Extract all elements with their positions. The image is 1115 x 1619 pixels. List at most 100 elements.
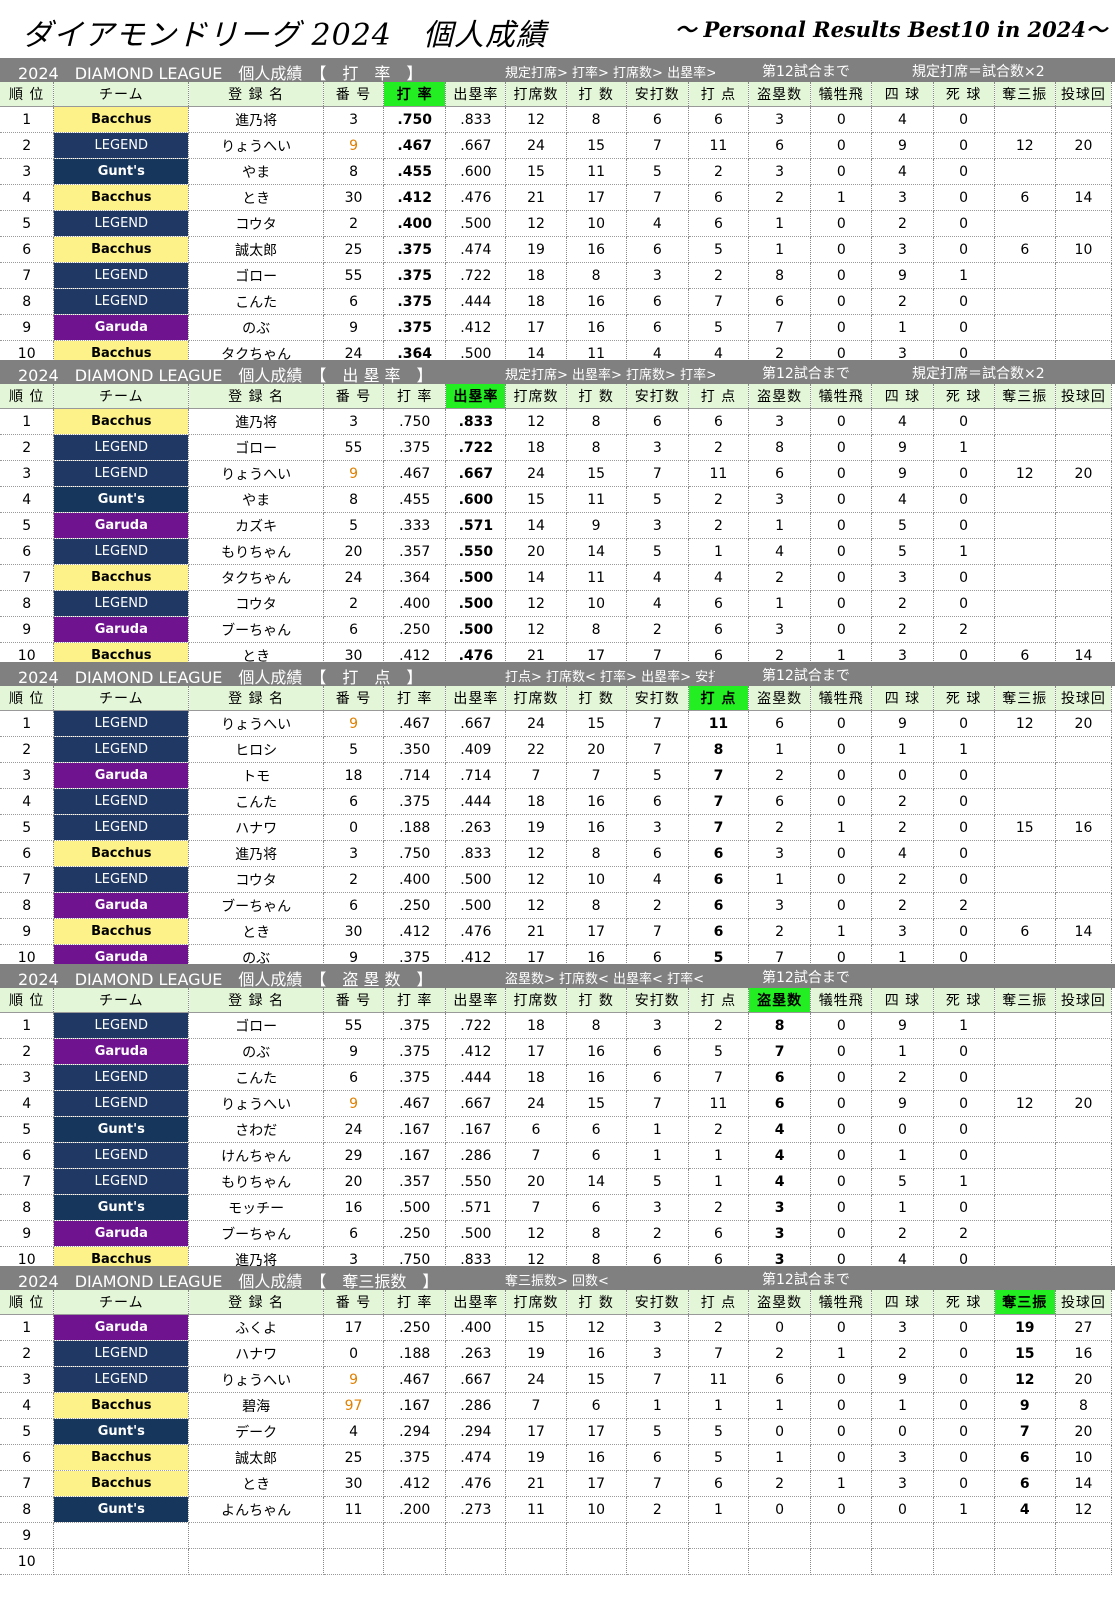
table-cell: 1 — [0, 710, 55, 737]
table-cell: 6 — [626, 1444, 689, 1471]
table-cell: .474 — [445, 1444, 507, 1471]
table-cell: .467 — [383, 1366, 447, 1393]
column-header: 打 点 — [688, 988, 750, 1013]
column-header: 打 点 — [688, 1290, 750, 1315]
table-cell: 9 — [871, 434, 934, 461]
table-cell — [748, 1548, 812, 1575]
table-cell: 6 — [626, 840, 689, 867]
table-cell: 1 — [748, 736, 812, 763]
games-count: 第12試合まで — [762, 64, 850, 80]
table-cell: 5 — [871, 1168, 934, 1195]
table-cell: 10 — [1055, 236, 1113, 263]
table-cell — [994, 892, 1056, 919]
table-cell: 6 — [505, 1116, 567, 1143]
table-row: 9 Garuda のぶ 9.375.412 17 16 6 5 7 0 1 0 — [0, 314, 1113, 341]
table-cell: 21 — [505, 1470, 567, 1497]
table-cell: .167 — [383, 1392, 447, 1419]
team-cell: LEGEND — [53, 590, 190, 617]
table-cell: 9 — [871, 1012, 934, 1039]
table-cell: 6 — [688, 106, 750, 133]
column-header: 順 位 — [0, 82, 55, 107]
table-cell: 1 — [933, 736, 995, 763]
table-cell: .833 — [445, 106, 507, 133]
table-cell: 2 — [626, 892, 689, 919]
table-cell: .400 — [383, 210, 447, 237]
table-cell: 1 — [0, 1314, 55, 1341]
table-row: 1 Bacchus 進乃将 3.750.833 12 8 6 6 3 0 4 0 — [0, 408, 1113, 435]
table-cell: 5 — [626, 158, 689, 185]
table-cell: .500 — [445, 590, 507, 617]
table-cell: 16 — [1055, 1340, 1113, 1367]
table-cell: 3 — [748, 486, 812, 513]
table-cell: 0 — [748, 1496, 812, 1523]
table-cell — [1055, 590, 1113, 617]
page: ダイアモンドリーグ 2024 個人成績 ～ Personal Results B… — [0, 0, 1115, 1619]
table-cell: 10 — [1055, 1444, 1113, 1471]
table-cell: のぶ — [188, 1038, 324, 1065]
table-cell: 4 — [323, 1418, 385, 1445]
column-header: 奪三振 — [994, 82, 1056, 107]
table-cell — [994, 1142, 1056, 1169]
table-cell: 6 — [688, 866, 750, 893]
table-cell: 7 — [505, 1142, 567, 1169]
table-cell: 18 — [505, 1012, 567, 1039]
table-cell — [1055, 486, 1113, 513]
table-cell: 7 — [566, 762, 627, 789]
sort-criteria: 規定打席> 打率> 打席数> 出塁率> 打 — [505, 66, 715, 81]
table-cell — [871, 1548, 934, 1575]
table-cell — [1055, 892, 1113, 919]
table-cell: 2 — [323, 590, 385, 617]
table-cell: 2 — [626, 1220, 689, 1247]
table-cell: 0 — [933, 1392, 995, 1419]
table-cell: 16 — [566, 1064, 627, 1091]
table-cell: 12 — [994, 132, 1056, 159]
table-cell: 5 — [626, 486, 689, 513]
table-row: 8 Garuda ブーちゃん 6.250.500 12 8 2 6 3 0 2 2 — [0, 892, 1113, 919]
table-cell: 14 — [1055, 918, 1113, 945]
table-cell: 8 — [566, 616, 627, 643]
table-cell: 3 — [626, 1012, 689, 1039]
column-header: 盗塁数 — [748, 988, 812, 1013]
table-cell: 16 — [566, 288, 627, 315]
sort-criteria: 規定打席> 出塁率> 打席数> 打率> 打 — [505, 368, 715, 383]
table-cell — [933, 1548, 995, 1575]
table-cell: 1 — [810, 1340, 873, 1367]
table-cell: 19 — [505, 1340, 567, 1367]
table-cell: 6 — [566, 1142, 627, 1169]
table-cell: 10 — [0, 1548, 55, 1575]
table-cell: 17 — [505, 314, 567, 341]
table-cell — [994, 762, 1056, 789]
table-cell: .476 — [445, 1470, 507, 1497]
team-cell: LEGEND — [53, 132, 190, 159]
table-cell: .400 — [383, 590, 447, 617]
table-cell: 0 — [810, 788, 873, 815]
table-cell — [994, 1168, 1056, 1195]
table-cell: .412 — [445, 1038, 507, 1065]
table-cell: ゴロー — [188, 1012, 324, 1039]
column-header: 打 率 — [383, 988, 447, 1013]
column-header: 打席数 — [505, 82, 567, 107]
team-cell: Garuda — [53, 1038, 190, 1065]
table-cell: 14 — [505, 564, 567, 591]
table-cell: 27 — [1055, 1314, 1113, 1341]
table-cell: 8 — [323, 486, 385, 513]
table-cell — [994, 736, 1056, 763]
table-cell — [1055, 434, 1113, 461]
table-cell: .263 — [445, 1340, 507, 1367]
table-cell: 21 — [505, 184, 567, 211]
table-cell: ブーちゃん — [188, 892, 324, 919]
table-cell: 6 — [0, 1444, 55, 1471]
section-title: 2024 DIAMOND LEAGUE 個人成績 【 打 率 】 — [18, 64, 423, 82]
team-cell: LEGEND — [53, 434, 190, 461]
table-cell: 5 — [323, 512, 385, 539]
table-cell: 3 — [0, 460, 55, 487]
table-cell: コウタ — [188, 866, 324, 893]
table-cell: 6 — [688, 184, 750, 211]
table-cell: .412 — [445, 314, 507, 341]
column-header: 打 点 — [688, 82, 750, 107]
team-cell: LEGEND — [53, 866, 190, 893]
table-cell: 6 — [994, 236, 1056, 263]
table-cell: りょうへい — [188, 710, 324, 737]
table-cell: 12 — [994, 710, 1056, 737]
table-cell: 3 — [626, 814, 689, 841]
